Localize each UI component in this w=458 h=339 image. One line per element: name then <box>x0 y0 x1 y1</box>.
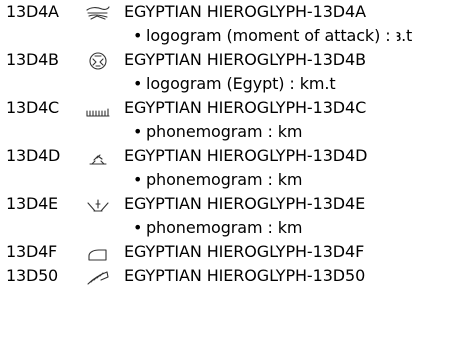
code-point: 13D4D <box>6 146 61 165</box>
entry-main-line: 13D4F EGYPTIAN HIEROGLYPH-13D4F <box>0 240 458 264</box>
code-point: 13D4C <box>6 98 60 117</box>
entry-main-line: 13D4D EGYPTIAN HIEROGLYPH-13D4D <box>0 144 458 168</box>
entry-main-line: 13D4C EGYPTIAN HIEROGLYPH-13D4C <box>0 96 458 120</box>
bullet: • <box>133 218 143 237</box>
list-item: 13D4E EGYPTIAN HIEROGLYPH-13D4E • phonem… <box>0 192 458 240</box>
entry-description-line: • phonemogram : km <box>0 168 458 192</box>
comb-hieroglyph-icon <box>85 99 111 119</box>
circular-land-hieroglyph-icon <box>85 51 111 71</box>
code-point: 13D4A <box>6 2 59 21</box>
character-description: logogram (moment of attack) : ꜣ.t <box>146 26 413 45</box>
crossed-branches-hieroglyph-icon <box>85 195 111 215</box>
entry-description-line: • logogram (Egypt) : km.t <box>0 72 458 96</box>
code-point: 13D4F <box>6 242 58 261</box>
character-name: EGYPTIAN HIEROGLYPH-13D4A <box>124 2 366 21</box>
entry-description-line: • logogram (moment of attack) : ꜣ.t <box>0 24 458 48</box>
entry-main-line: 13D4A EGYPTIAN HIEROGLYPH-13D4A <box>0 0 458 24</box>
list-item: 13D50 EGYPTIAN HIEROGLYPH-13D50 <box>0 264 458 288</box>
character-name: EGYPTIAN HIEROGLYPH-13D4F <box>124 242 365 261</box>
code-point: 13D50 <box>6 266 59 285</box>
list-item: 13D4B EGYPTIAN HIEROGLYPH-13D4B • logogr… <box>0 48 458 96</box>
list-item: 13D4A EGYPTIAN HIEROGLYPH-13D4A • logogr… <box>0 0 458 48</box>
entry-description-line: • phonemogram : km <box>0 120 458 144</box>
character-description: logogram (Egypt) : km.t <box>146 74 336 93</box>
code-point: 13D4B <box>6 50 59 69</box>
character-description: phonemogram : km <box>146 218 303 237</box>
list-item: 13D4C EGYPTIAN HIEROGLYPH-13D4C • phonem… <box>0 96 458 144</box>
character-description: phonemogram : km <box>146 170 303 189</box>
feather-hieroglyph-icon <box>85 267 111 287</box>
list-item: 13D4F EGYPTIAN HIEROGLYPH-13D4F <box>0 240 458 264</box>
entry-main-line: 13D4B EGYPTIAN HIEROGLYPH-13D4B <box>0 48 458 72</box>
character-name: EGYPTIAN HIEROGLYPH-13D4B <box>124 50 366 69</box>
character-description: phonemogram : km <box>146 122 303 141</box>
entry-main-line: 13D4E EGYPTIAN HIEROGLYPH-13D4E <box>0 192 458 216</box>
code-point: 13D4E <box>6 194 58 213</box>
bullet: • <box>133 170 143 189</box>
bullet: • <box>133 26 143 45</box>
half-loaf-hieroglyph-icon <box>85 243 111 263</box>
bullet: • <box>133 74 143 93</box>
character-name: EGYPTIAN HIEROGLYPH-13D50 <box>124 266 366 285</box>
bullet: • <box>133 122 143 141</box>
entry-description-line: • phonemogram : km <box>0 216 458 240</box>
character-name: EGYPTIAN HIEROGLYPH-13D4D <box>124 146 368 165</box>
entry-main-line: 13D50 EGYPTIAN HIEROGLYPH-13D50 <box>0 264 458 288</box>
character-name: EGYPTIAN HIEROGLYPH-13D4C <box>124 98 367 117</box>
ox-horn-hieroglyph-icon <box>85 3 111 23</box>
list-item: 13D4D EGYPTIAN HIEROGLYPH-13D4D • phonem… <box>0 144 458 192</box>
bird-on-stand-hieroglyph-icon <box>85 147 111 167</box>
character-name: EGYPTIAN HIEROGLYPH-13D4E <box>124 194 366 213</box>
hieroglyph-list: 13D4A EGYPTIAN HIEROGLYPH-13D4A • logogr… <box>0 0 458 288</box>
